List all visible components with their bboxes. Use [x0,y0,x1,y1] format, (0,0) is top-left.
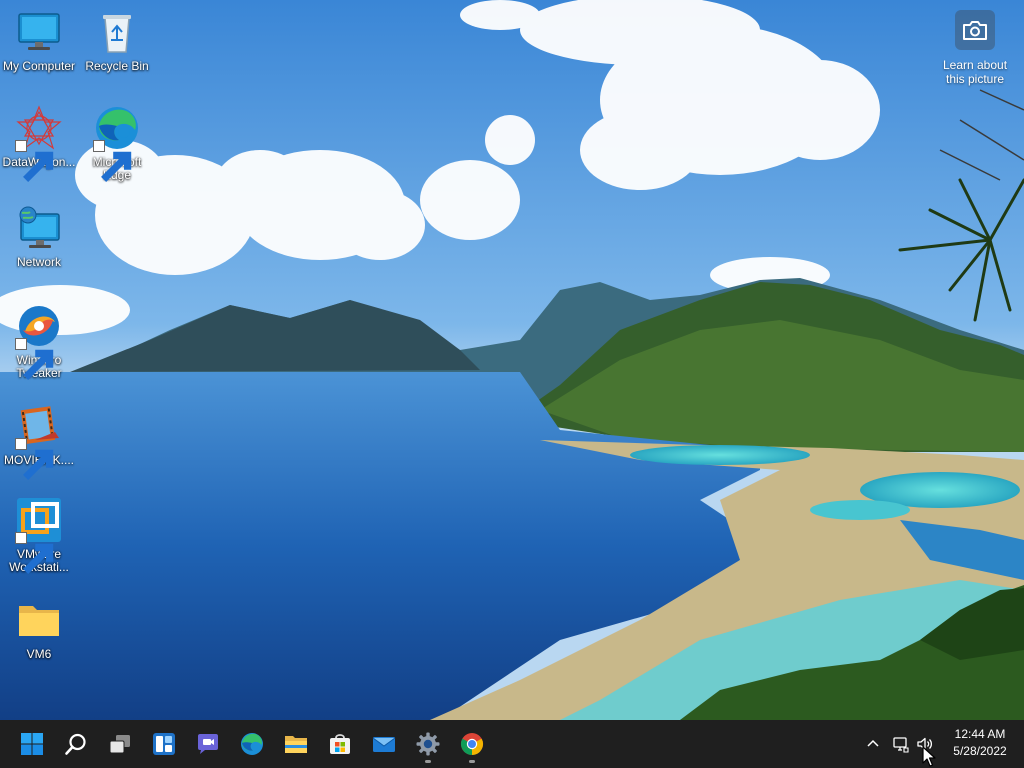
desktop-icon-vm6-folder[interactable]: VM6 [0,596,78,661]
desktop-icon-label: VM6 [26,647,52,661]
edge-taskbar-button[interactable] [232,724,272,764]
network-status-icon [893,737,909,753]
chevron-up-icon [867,739,879,747]
clock-date: 5/28/2022 [953,744,1007,758]
shortcut-arrow-icon [93,140,132,182]
teams-chat-icon [198,734,218,754]
datawagon-icon [15,104,63,182]
recycle-bin-icon [93,8,141,56]
shortcut-arrow-icon [15,338,54,380]
desktop-icon-microsoft-edge[interactable]: Microsoft Edge [78,104,156,182]
desktop-icon-label: Network [16,255,61,269]
desktop-icon-vmware-workstation[interactable]: VMware Workstati... [0,496,78,574]
desktop-icon-my-computer[interactable]: My Computer [0,8,78,73]
clock-time: 12:44 AM [954,727,1006,741]
winaero-tweaker-icon [15,302,63,380]
mail-button[interactable] [364,724,404,764]
desktop-icon-label: My Computer [2,59,76,73]
desktop-icon-recycle-bin[interactable]: Recycle Bin [78,8,156,73]
clock[interactable]: 12:44 AM 5/28/2022 [940,726,1020,760]
desktop-icon-label: Recycle Bin [85,59,149,73]
windows-start-icon [21,733,43,755]
running-indicator [469,760,475,763]
monitor-icon [15,8,63,56]
desktop-icon-winaero-tweaker[interactable]: Winaero Tweaker [0,302,78,380]
network-status-button[interactable] [888,730,914,758]
shortcut-arrow-icon [15,532,54,574]
taskbar: 12:44 AM 5/28/2022 [0,720,1024,768]
show-hidden-icons-button[interactable] [860,730,886,758]
widgets-button[interactable] [144,724,184,764]
chrome-button[interactable] [452,724,492,764]
movie-maker-icon [15,402,63,480]
chat-button[interactable] [188,724,228,764]
learn-about-label: Learn about this picture [942,58,1008,86]
vmware-icon [15,496,63,574]
task-view-button[interactable] [100,724,140,764]
start-button[interactable] [12,724,52,764]
settings-button[interactable] [408,724,448,764]
task-view-icon [109,735,130,754]
file-explorer-icon [285,736,307,753]
edge-icon [93,104,141,182]
camera-icon [955,10,995,50]
desktop-icon-network[interactable]: Network [0,204,78,269]
desktop-icon-moviemaker[interactable]: MOVIEMK.... [0,402,78,480]
chrome-icon [461,733,483,755]
search-icon [65,733,86,755]
mouse-cursor-icon [922,746,936,767]
running-indicator [425,760,431,763]
mail-icon [372,737,396,752]
desktop-icon-datawagon[interactable]: DataWagon... [0,104,78,182]
store-icon [330,734,350,754]
folder-icon [15,596,63,644]
network-icon [15,204,63,252]
search-button[interactable] [56,724,96,764]
edge-icon [241,733,263,755]
settings-gear-icon [416,732,440,756]
shortcut-arrow-icon [15,438,54,480]
file-explorer-button[interactable] [276,724,316,764]
learn-about-this-picture[interactable]: Learn about this picture [935,10,1015,86]
widgets-icon [153,733,175,755]
shortcut-arrow-icon [15,140,54,182]
microsoft-store-button[interactable] [320,724,360,764]
